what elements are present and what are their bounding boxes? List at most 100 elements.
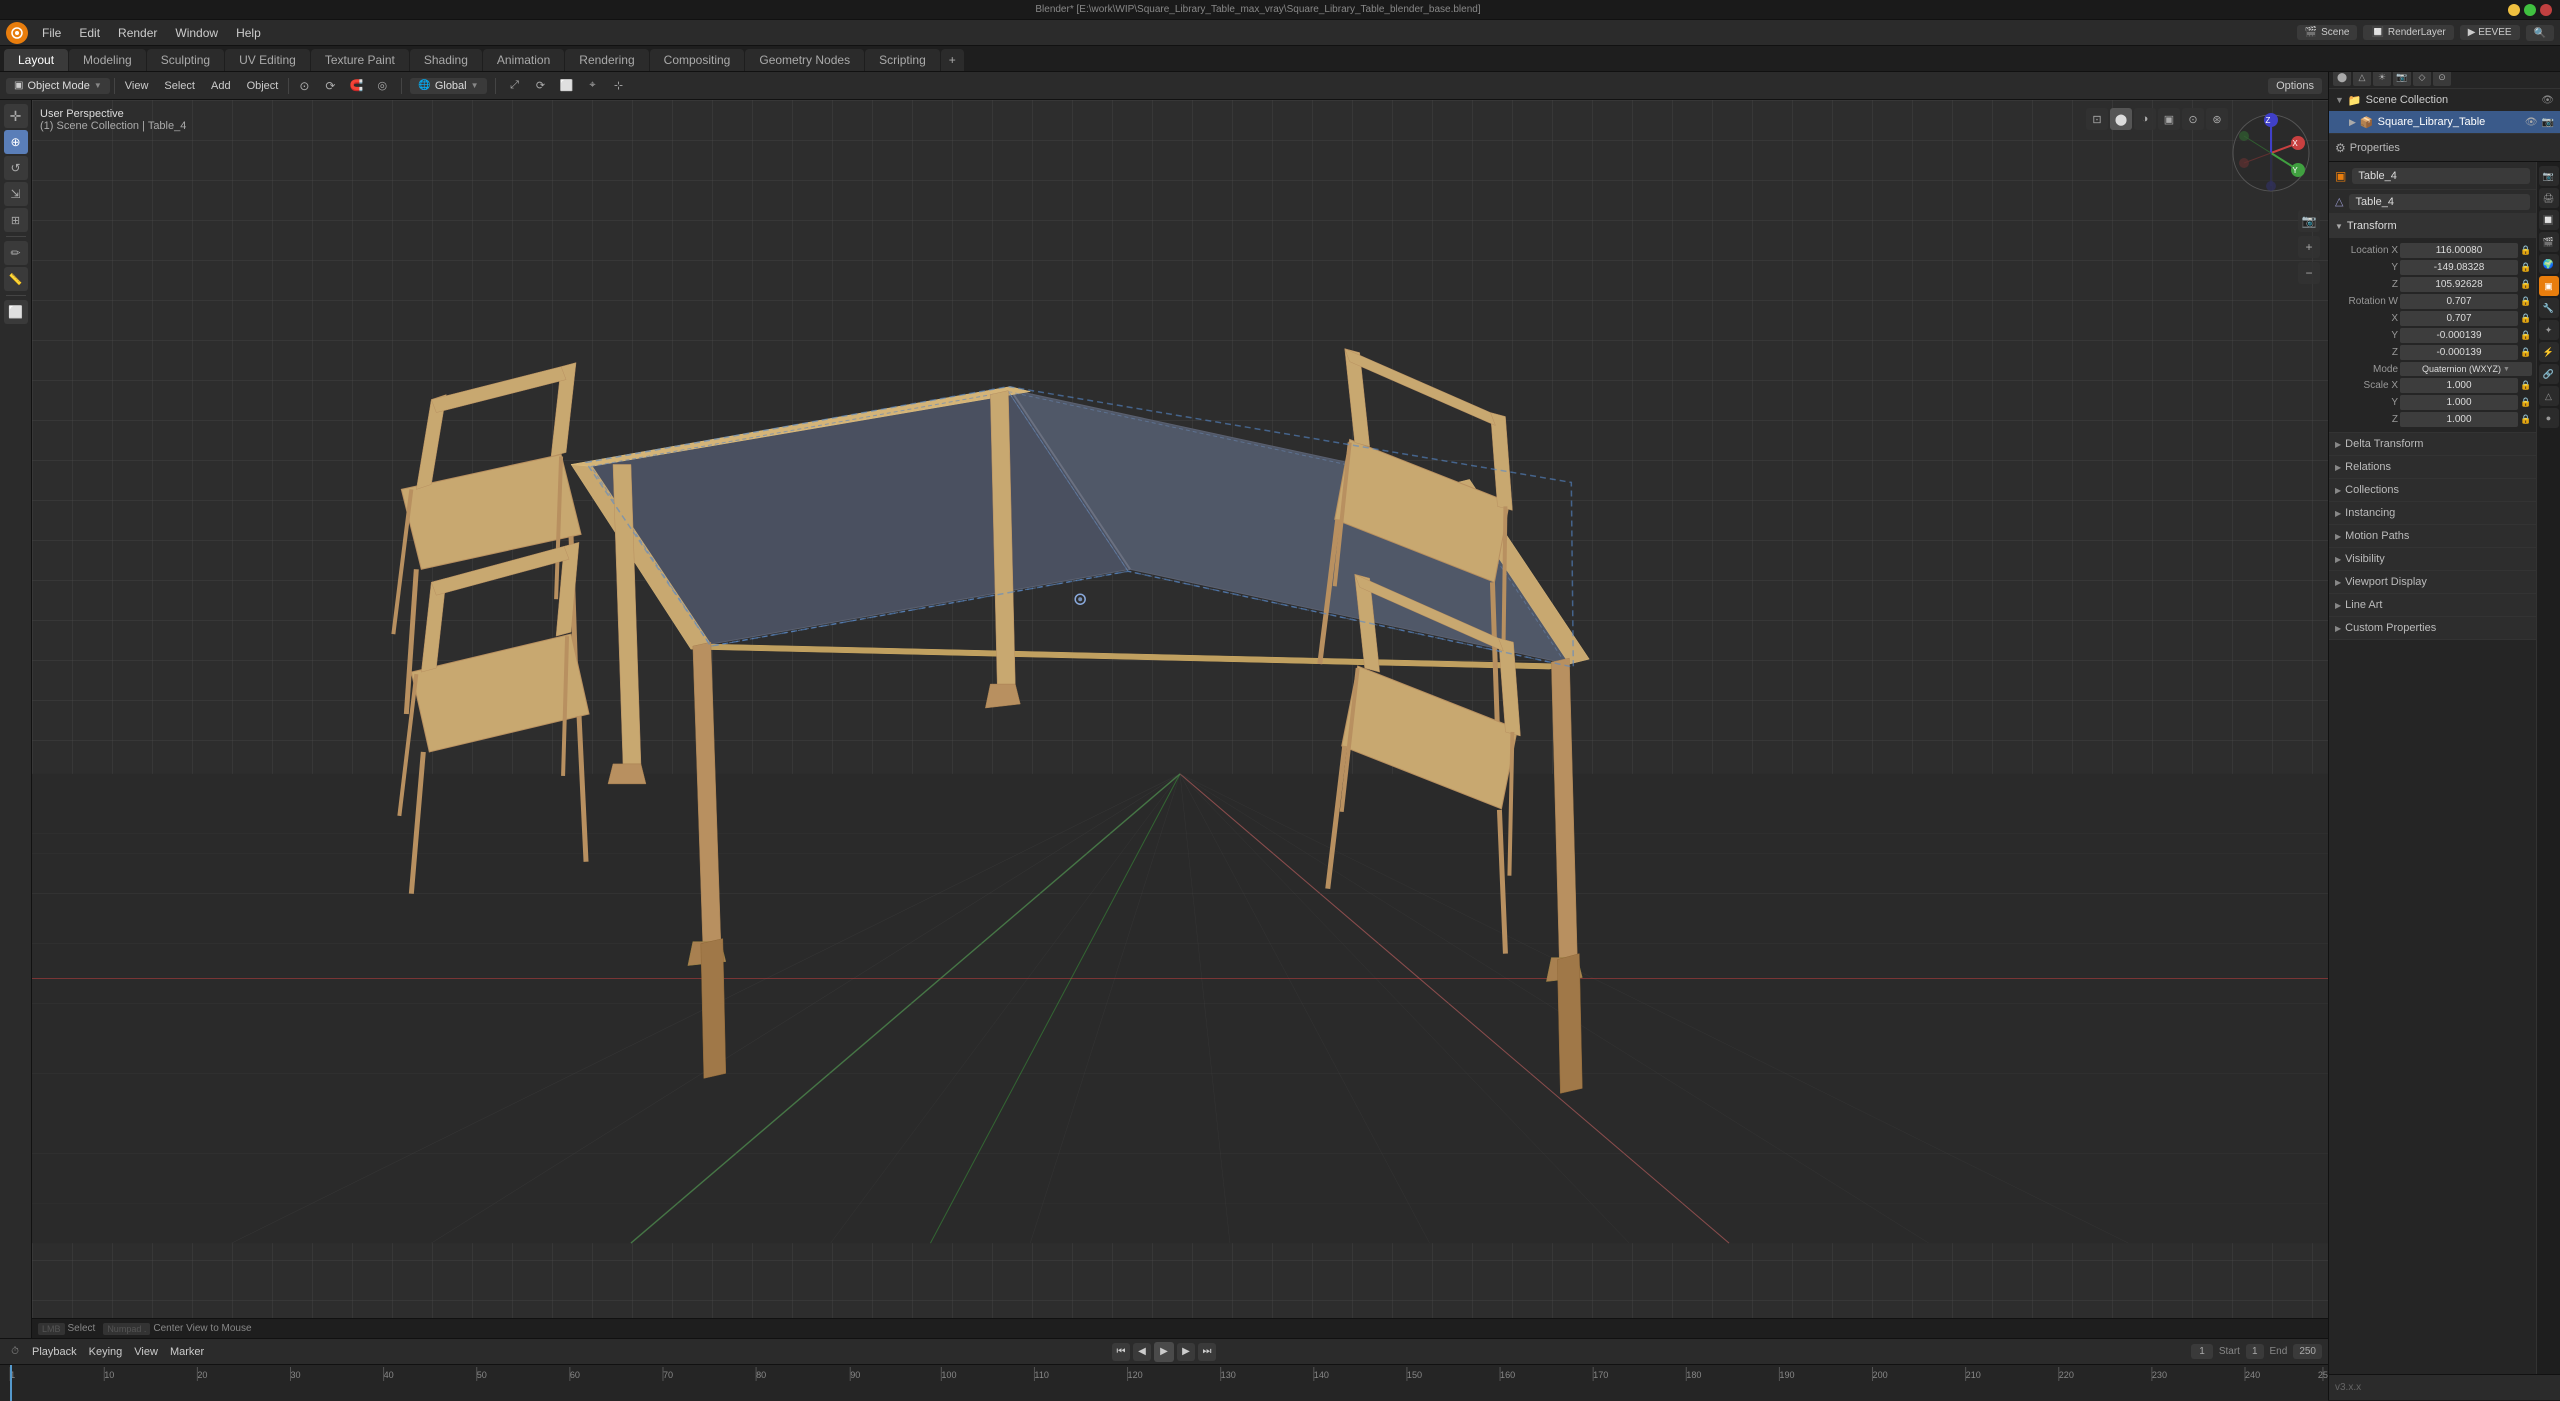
move-tool-btn[interactable]: ⊕ xyxy=(4,130,28,154)
table-render-icon[interactable]: 📷 xyxy=(2542,117,2554,128)
rotation-y-lock-icon[interactable]: 🔒 xyxy=(2520,330,2532,341)
jump-to-end-btn[interactable]: ⏭ xyxy=(1198,1343,1216,1361)
obj-name-field[interactable]: Table_4 xyxy=(2352,168,2530,184)
scale-x-lock-icon[interactable]: 🔒 xyxy=(2520,380,2532,391)
props-tab-view-layer[interactable]: 🔲 xyxy=(2539,210,2559,230)
tab-shading[interactable]: Shading xyxy=(410,49,482,71)
view-menu[interactable]: View xyxy=(130,1344,162,1360)
scale-z-lock-icon[interactable]: 🔒 xyxy=(2520,414,2532,425)
location-x-lock-icon[interactable]: 🔒 xyxy=(2520,245,2532,256)
tab-layout[interactable]: Layout xyxy=(4,49,68,71)
location-z-lock-icon[interactable]: 🔒 xyxy=(2520,279,2532,290)
scale-tool-btn[interactable]: ⇲ xyxy=(4,182,28,206)
location-y-field[interactable]: -149.08328 xyxy=(2400,260,2518,275)
solid-btn[interactable]: ⬤ xyxy=(2110,108,2132,130)
location-x-field[interactable]: 116.00080 xyxy=(2400,243,2518,258)
timeline-track[interactable]: 1 10 20 30 40 50 60 xyxy=(0,1365,2328,1401)
material-preview-btn[interactable]: ◑ xyxy=(2134,108,2156,130)
search-button[interactable]: 🔍 xyxy=(2526,25,2554,41)
proportional-btn[interactable]: ◎ xyxy=(371,75,393,97)
rotation-x-lock-icon[interactable]: 🔒 xyxy=(2520,313,2532,324)
props-tab-data[interactable]: △ xyxy=(2539,386,2559,406)
tab-sculpting[interactable]: Sculpting xyxy=(147,49,224,71)
playback-menu[interactable]: Playback xyxy=(28,1344,81,1360)
viewport-canvas[interactable]: User Perspective (1) Scene Collection | … xyxy=(32,100,2328,1338)
menu-file[interactable]: File xyxy=(34,24,69,42)
cursor-tool-btn[interactable]: ✛ xyxy=(4,104,28,128)
obj-data-name-field[interactable]: Table_4 xyxy=(2349,194,2530,210)
menu-window[interactable]: Window xyxy=(167,24,226,42)
engine-selector[interactable]: ▶ EEVEE xyxy=(2460,25,2520,40)
overlay-btn[interactable]: ⊙ xyxy=(2182,108,2204,130)
rotation-z-field[interactable]: -0.000139 xyxy=(2400,345,2518,360)
location-z-field[interactable]: 105.92628 xyxy=(2400,277,2518,292)
rotation-mode-field[interactable]: Quaternion (WXYZ) ▼ xyxy=(2400,362,2532,376)
blender-icon[interactable] xyxy=(6,22,28,44)
rotation-z-lock-icon[interactable]: 🔒 xyxy=(2520,347,2532,358)
gizmo-btn[interactable]: ⊛ xyxy=(2206,108,2228,130)
props-tab-scene[interactable]: 🎬 xyxy=(2539,232,2559,252)
rotation-w-lock-icon[interactable]: 🔒 xyxy=(2520,296,2532,307)
props-tab-world[interactable]: 🌍 xyxy=(2539,254,2559,274)
step-back-btn[interactable]: ◀ xyxy=(1133,1343,1151,1361)
rotation-w-field[interactable]: 0.707 xyxy=(2400,294,2518,309)
rotation-y-field[interactable]: -0.000139 xyxy=(2400,328,2518,343)
props-tab-particles[interactable]: ✦ xyxy=(2539,320,2559,340)
scale-y-field[interactable]: 1.000 xyxy=(2400,395,2518,410)
rotation-x-field[interactable]: 0.707 xyxy=(2400,311,2518,326)
tab-rendering[interactable]: Rendering xyxy=(565,49,648,71)
add-menu-btn[interactable]: Add xyxy=(205,78,237,94)
outliner-item-table[interactable]: ▶ 📦 Square_Library_Table 👁 📷 xyxy=(2329,111,2560,133)
add-primitive-btn[interactable]: ⬜ xyxy=(4,300,28,324)
snap-btn[interactable]: 🧲 xyxy=(345,75,367,97)
location-y-lock-icon[interactable]: 🔒 xyxy=(2520,262,2532,273)
options-btn[interactable]: Options xyxy=(2268,78,2322,94)
props-tab-material[interactable]: ● xyxy=(2539,408,2559,428)
menu-edit[interactable]: Edit xyxy=(71,24,108,42)
play-btn-main[interactable]: ▶ xyxy=(1154,1342,1174,1362)
rotate-tool-btn[interactable]: ↺ xyxy=(4,156,28,180)
start-frame-field[interactable]: 1 xyxy=(2246,1344,2264,1359)
scene-selector[interactable]: 🎬 Scene xyxy=(2297,25,2358,40)
tab-uv-editing[interactable]: UV Editing xyxy=(225,49,310,71)
tb-icon-5[interactable]: ⊹ xyxy=(608,75,630,97)
rendered-btn[interactable]: ▣ xyxy=(2158,108,2180,130)
props-tab-object[interactable]: ▣ xyxy=(2539,276,2559,296)
wireframe-btn[interactable]: ⊡ xyxy=(2086,108,2108,130)
zoom-in-btn[interactable]: + xyxy=(2298,236,2320,258)
annotate-tool-btn[interactable]: ✏ xyxy=(4,241,28,265)
keying-menu[interactable]: Keying xyxy=(85,1344,127,1360)
view-menu-btn[interactable]: View xyxy=(119,78,155,94)
scale-z-field[interactable]: 1.000 xyxy=(2400,412,2518,427)
pivot-btn[interactable]: ⊙ xyxy=(293,75,315,97)
navigation-gizmo[interactable]: X Y Z xyxy=(2226,108,2316,198)
zoom-out-btn[interactable]: − xyxy=(2298,262,2320,284)
relations-header[interactable]: ▶ Relations xyxy=(2329,456,2536,478)
props-tab-constraints[interactable]: 🔗 xyxy=(2539,364,2559,384)
close-button[interactable] xyxy=(2540,4,2552,16)
instancing-header[interactable]: ▶ Instancing xyxy=(2329,502,2536,524)
marker-menu[interactable]: Marker xyxy=(166,1344,208,1360)
current-frame-field[interactable]: 1 xyxy=(2191,1344,2213,1359)
minimize-button[interactable] xyxy=(2508,4,2520,16)
tb-icon-4[interactable]: ⌖ xyxy=(582,75,604,97)
render-layer-selector[interactable]: 🔲 RenderLayer xyxy=(2363,25,2453,40)
tb-icon-3[interactable]: ⬜ xyxy=(556,75,578,97)
scale-x-field[interactable]: 1.000 xyxy=(2400,378,2518,393)
props-tab-modifier[interactable]: 🔧 xyxy=(2539,298,2559,318)
props-tab-render[interactable]: 📷 xyxy=(2539,166,2559,186)
custom-props-header[interactable]: ▶ Custom Properties xyxy=(2329,617,2536,639)
viewport-display-header[interactable]: ▶ Viewport Display xyxy=(2329,571,2536,593)
tab-geometry-nodes[interactable]: Geometry Nodes xyxy=(745,49,864,71)
tab-compositing[interactable]: Compositing xyxy=(650,49,745,71)
motion-paths-header[interactable]: ▶ Motion Paths xyxy=(2329,525,2536,547)
menu-help[interactable]: Help xyxy=(228,24,269,42)
delta-transform-header[interactable]: ▶ Delta Transform xyxy=(2329,433,2536,455)
step-forward-btn[interactable]: ▶ xyxy=(1177,1343,1195,1361)
scene-coll-eye-icon[interactable]: 👁 xyxy=(2541,95,2554,106)
measure-tool-btn[interactable]: 📏 xyxy=(4,267,28,291)
scale-y-lock-icon[interactable]: 🔒 xyxy=(2520,397,2532,408)
object-menu-btn[interactable]: Object xyxy=(241,78,285,94)
transform-section-header[interactable]: ▼ Transform xyxy=(2329,214,2536,238)
select-menu-btn[interactable]: Select xyxy=(158,78,201,94)
